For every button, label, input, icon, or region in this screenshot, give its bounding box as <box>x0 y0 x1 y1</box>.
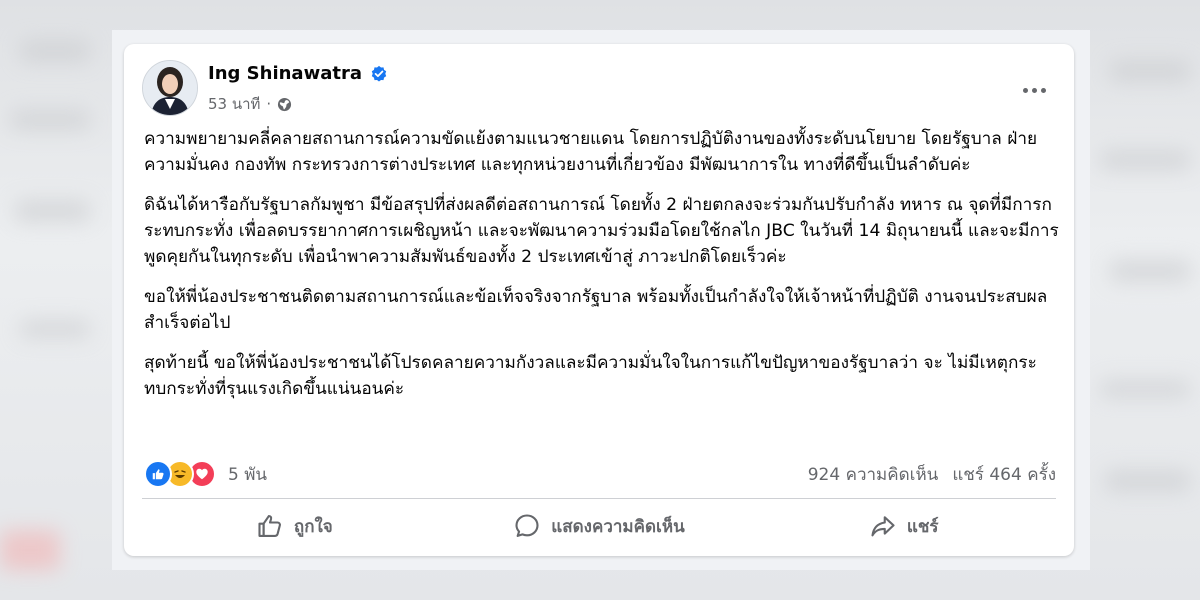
comment-label: แสดงความคิดเห็น <box>551 516 685 537</box>
reactions-summary[interactable]: 5 พัน <box>144 460 267 488</box>
post-time[interactable]: 53 นาที <box>208 92 260 116</box>
shares-count[interactable]: แชร์ 464 ครั้ง <box>952 461 1056 488</box>
author-name-text[interactable]: Ing Shinawatra <box>208 63 362 84</box>
meta-separator: · <box>266 95 272 113</box>
post-paragraph: ดิฉันได้หารือกับรัฐบาลกัมพูชา มีข้อสรุปท… <box>144 195 1059 267</box>
share-label: แชร์ <box>906 516 939 537</box>
post-paragraph: ความพยายามคลี่คลายสถานการณ์ความขัดแย้งตา… <box>144 129 1038 175</box>
more-options-icon[interactable] <box>1018 80 1050 100</box>
post-card: Ing Shinawatra 53 นาที · ความพยายามคลี่ค… <box>124 44 1074 556</box>
comment-bubble-icon <box>515 514 539 537</box>
post-paragraph: สุดท้ายนี้ ขอให้พี่น้องประชาชนได้โปรดคลา… <box>144 353 1037 399</box>
post-actions: ถูกใจ แสดงความคิดเห็น แชร์ <box>142 504 1056 548</box>
reactions-count[interactable]: 5 พัน <box>228 461 267 488</box>
post-paragraph: ขอให้พี่น้องประชาชนติดตามสถานการณ์และข้อ… <box>144 287 1048 333</box>
globe-icon[interactable] <box>277 97 292 112</box>
comment-button[interactable]: แสดงความคิดเห็น <box>447 504 752 548</box>
verified-badge-icon <box>371 65 387 82</box>
comments-count[interactable]: 924 ความคิดเห็น <box>808 461 939 488</box>
post-body: ความพยายามคลี่คลายสถานการณ์ความขัดแย้งตา… <box>144 126 1059 416</box>
like-reaction-icon <box>144 460 172 488</box>
avatar[interactable] <box>142 60 198 116</box>
thumbs-up-icon <box>258 515 281 537</box>
share-button[interactable]: แชร์ <box>751 504 1056 548</box>
like-button[interactable]: ถูกใจ <box>142 504 447 548</box>
author-name[interactable]: Ing Shinawatra <box>208 63 388 84</box>
share-arrow-icon <box>871 516 895 537</box>
like-label: ถูกใจ <box>293 516 333 537</box>
post-header: Ing Shinawatra 53 นาที · <box>142 60 1056 118</box>
post-meta: 53 นาที · <box>208 92 292 116</box>
divider <box>142 498 1056 499</box>
post-stats: 5 พัน 924 ความคิดเห็น แชร์ 464 ครั้ง <box>144 458 1056 490</box>
